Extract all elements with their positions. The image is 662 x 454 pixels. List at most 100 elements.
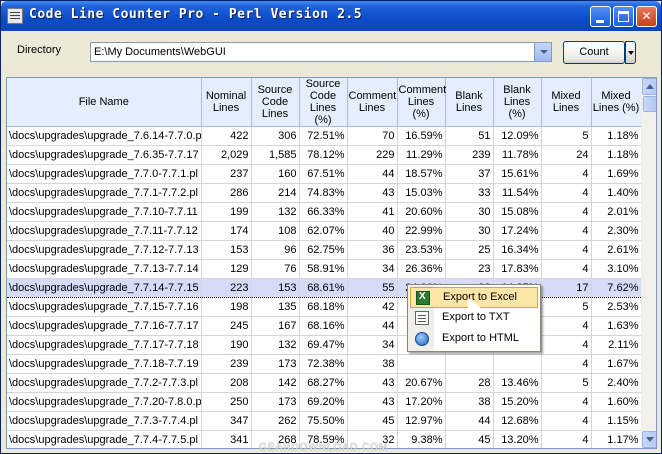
column-header[interactable]: Mixed Lines (%) [591,78,642,127]
menu-item-export-txt[interactable]: Export to TXT [410,308,538,329]
file-name-cell: \docs\upgrades\upgrade_7.7.10-7.7.11 [7,202,202,222]
value-cell: 4 [541,430,592,448]
value-cell: 26.36% [397,259,446,279]
value-cell: 4 [541,335,592,355]
value-cell: 239 [201,354,252,374]
table-row[interactable]: \docs\upgrades\upgrade_7.7.11-7.7.12 174 1… [7,221,642,241]
table-row[interactable]: \docs\upgrades\upgrade_7.7.2-7.7.3.pl 208… [7,373,642,393]
value-cell: 43 [347,392,398,412]
column-header[interactable]: Blank Lines (%) [493,78,542,127]
column-header[interactable]: Comment Lines (%) [397,78,446,127]
file-name-cell: \docs\upgrades\upgrade_7.7.12-7.7.13 [7,240,202,260]
file-name-cell: \docs\upgrades\upgrade_7.7.11-7.7.12 [7,221,202,241]
value-cell: 68.27% [299,373,348,393]
value-cell: 68.18% [299,297,348,317]
scroll-up-button[interactable] [642,78,656,95]
app-window: Code Line Counter Pro - Perl Version 2.5… [0,0,662,454]
value-cell [493,354,542,374]
table-row[interactable]: \docs\upgrades\upgrade_7.7.14-7.7.15 223 1… [7,278,642,298]
table-row[interactable]: \docs\upgrades\upgrade_7.7.16-7.7.17 245 1… [7,316,642,336]
value-cell: 42 [347,297,398,317]
directory-input[interactable] [91,43,531,61]
menu-item-label: Export to Excel [443,291,517,303]
value-cell: 4 [541,164,592,184]
column-header[interactable]: Comment Lines [347,78,398,127]
value-cell: 23.53% [397,240,446,260]
value-cell: 1.69% [591,164,642,184]
table-row[interactable]: \docs\upgrades\upgrade_7.7.20-7.8.0.p 250… [7,392,642,412]
scroll-down-button[interactable] [642,431,656,448]
value-cell: 37 [445,164,494,184]
close-button[interactable]: ✕ [636,6,657,27]
value-cell: 15.61% [493,164,542,184]
menu-item-label: Export to TXT [442,311,510,323]
value-cell: 4 [541,221,592,241]
table-row[interactable]: \docs\upgrades\upgrade_7.7.13-7.7.14 129 7… [7,259,642,279]
table-row[interactable]: \docs\upgrades\upgrade_7.7.3-7.7.4.pl 347… [7,411,642,431]
maximize-button[interactable] [613,6,634,27]
table-row[interactable]: \docs\upgrades\upgrade_7.7.12-7.7.13 153 9… [7,240,642,260]
value-cell: 23 [445,259,494,279]
menu-item-export-html[interactable]: Export to HTML [410,329,538,350]
file-name-cell: \docs\upgrades\upgrade_7.6.14-7.7.0.pl [7,126,202,146]
vertical-scrollbar[interactable] [641,78,656,448]
value-cell: 16.59% [397,126,446,146]
value-cell: 20.60% [397,202,446,222]
value-cell: 286 [201,183,252,203]
file-name-cell: \docs\upgrades\upgrade_7.7.2-7.7.3.pl [7,373,202,393]
value-cell: 11.29% [397,145,446,165]
table-row[interactable]: \docs\upgrades\upgrade_7.6.14-7.7.0.pl 42… [7,126,642,146]
value-cell: 12.09% [493,126,542,146]
minimize-button[interactable] [590,6,611,27]
value-cell: 2.61% [591,240,642,260]
value-cell: 2.11% [591,335,642,355]
value-cell: 69.20% [299,392,348,412]
table-row[interactable]: \docs\upgrades\upgrade_7.7.18-7.7.19 239 1… [7,354,642,374]
table-row[interactable]: \docs\upgrades\upgrade_7.7.0-7.7.1.pl 237… [7,164,642,184]
value-cell: 38 [347,354,398,374]
value-cell: 15.03% [397,183,446,203]
column-header[interactable]: Mixed Lines [541,78,592,127]
file-name-cell: \docs\upgrades\upgrade_7.7.18-7.7.19 [7,354,202,374]
value-cell: 30 [445,202,494,222]
scroll-thumb[interactable] [643,96,656,112]
column-header[interactable]: Source Code Lines [251,78,300,127]
value-cell: 11.78% [493,145,542,165]
value-cell: 153 [251,278,300,298]
table-row[interactable]: \docs\upgrades\upgrade_7.6.35-7.7.17 2,02… [7,145,642,165]
file-name-cell: \docs\upgrades\upgrade_7.7.17-7.7.18 [7,335,202,355]
table-row[interactable]: \docs\upgrades\upgrade_7.7.17-7.7.18 190 1… [7,335,642,355]
value-cell: 198 [201,297,252,317]
column-header[interactable]: Blank Lines [445,78,494,127]
title-bar[interactable]: Code Line Counter Pro - Perl Version 2.5… [1,1,661,31]
maximize-icon [618,11,629,22]
value-cell: 22.99% [397,221,446,241]
results-grid[interactable]: File Name Nominal Lines Source Code Lines S… [6,77,657,449]
value-cell: 4 [541,354,592,374]
directory-dropdown-button[interactable] [534,43,551,61]
table-row[interactable]: \docs\upgrades\upgrade_7.7.1-7.7.2.pl 286… [7,183,642,203]
value-cell: 229 [347,145,398,165]
file-name-cell: \docs\upgrades\upgrade_7.6.35-7.7.17 [7,145,202,165]
value-cell: 1.63% [591,316,642,336]
table-row[interactable]: \docs\upgrades\upgrade_7.7.15-7.7.16 198 1… [7,297,642,317]
value-cell: 208 [201,373,252,393]
value-cell: 199 [201,202,252,222]
app-icon[interactable] [7,8,23,24]
file-name-cell: \docs\upgrades\upgrade_7.7.15-7.7.16 [7,297,202,317]
value-cell: 12.68% [493,411,542,431]
value-cell: 25 [445,240,494,260]
directory-combo[interactable] [90,42,552,62]
window-title: Code Line Counter Pro - Perl Version 2.5 [29,7,363,22]
value-cell: 5 [541,373,592,393]
column-header[interactable]: Source Code Lines (%) [299,78,348,127]
count-button[interactable]: Count [563,41,625,64]
table-row[interactable]: \docs\upgrades\upgrade_7.7.10-7.7.11 199 1… [7,202,642,222]
value-cell: 1.18% [591,145,642,165]
file-name-cell: \docs\upgrades\upgrade_7.7.0-7.7.1.pl [7,164,202,184]
column-header[interactable]: Nominal Lines [201,78,252,127]
count-dropdown-button[interactable] [625,41,636,64]
value-cell: 173 [251,392,300,412]
column-header[interactable]: File Name [7,78,202,127]
value-cell: 129 [201,259,252,279]
